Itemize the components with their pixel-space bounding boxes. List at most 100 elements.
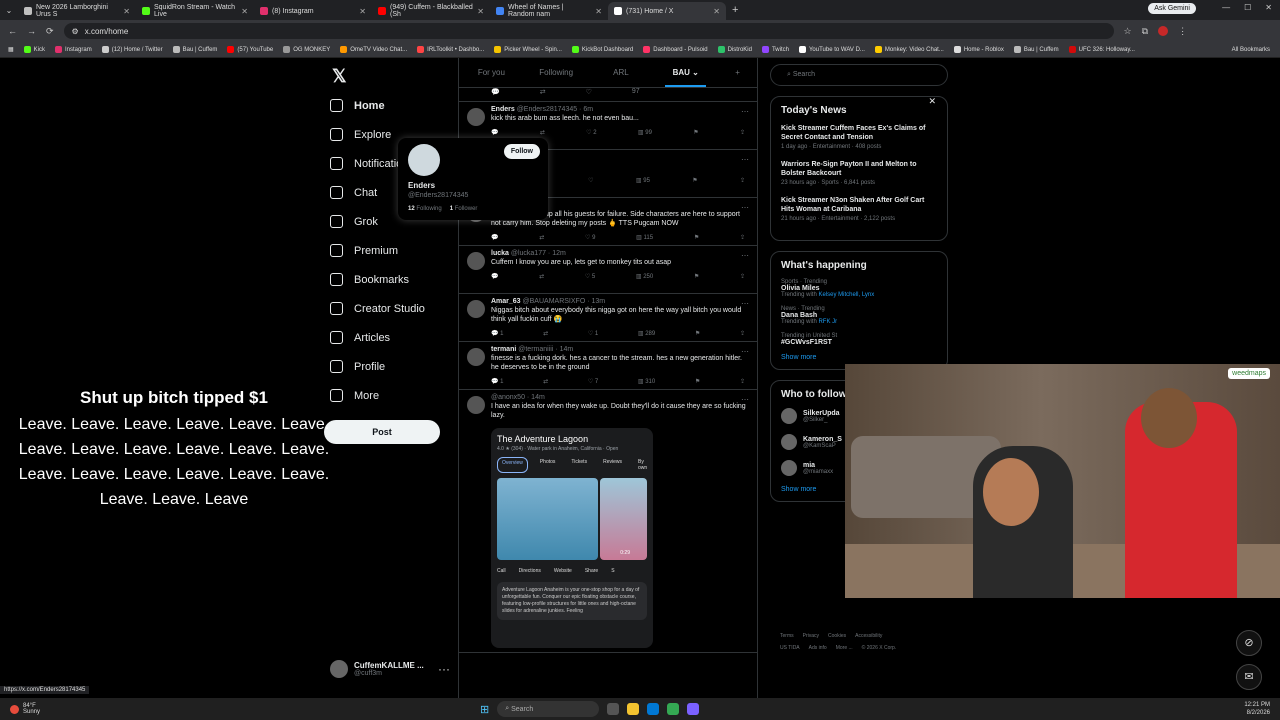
bookmark-item[interactable]: Instagram — [55, 46, 92, 53]
footer-link[interactable]: Privacy — [803, 633, 819, 639]
more-icon[interactable]: ⋯ — [741, 251, 749, 260]
close-icon[interactable]: ✕ — [359, 7, 366, 16]
nav-item-profile[interactable]: Profile — [326, 352, 456, 381]
trend-item[interactable]: News · Trending Dana Bash Trending with RF… — [781, 306, 937, 325]
new-tab-icon[interactable]: + — [732, 4, 738, 16]
weather-widget[interactable]: 84°F Sunny — [10, 703, 40, 715]
reply-icon[interactable]: 💬 — [491, 234, 498, 241]
retweet-icon[interactable]: ⇄ — [539, 273, 544, 280]
all-bookmarks[interactable]: All Bookmarks — [1232, 47, 1270, 53]
share-icon[interactable]: ⇪ — [740, 378, 745, 385]
retweet-icon[interactable]: ⇄ — [539, 234, 544, 241]
news-item[interactable]: Kick Streamer N3on Shaken After Golf Car… — [781, 196, 937, 222]
avatar[interactable] — [467, 252, 485, 270]
taskbar-search[interactable]: ⌕ Search — [497, 701, 600, 717]
reply-icon[interactable]: 💬 — [491, 273, 498, 280]
tweet-author[interactable]: termani — [491, 346, 516, 353]
bookmark-icon[interactable]: ⚑ — [694, 273, 699, 280]
add-tab-icon[interactable]: + — [718, 68, 757, 77]
footer-link[interactable]: Accessibility — [855, 633, 882, 639]
trend-links[interactable]: RFK Jr — [818, 319, 837, 325]
retweet-icon[interactable]: ⇄ — [543, 378, 548, 385]
card-action[interactable]: S — [611, 568, 614, 574]
chrome-icon[interactable] — [667, 703, 680, 715]
card-tab[interactable]: Reviews — [599, 457, 626, 473]
close-window-icon[interactable]: ✕ — [1265, 3, 1272, 12]
bookmark-icon[interactable]: ⚑ — [692, 177, 697, 184]
tab-arl[interactable]: ARL — [589, 68, 654, 77]
trend-links[interactable]: Kelsey Mitchell, Lynx — [818, 292, 874, 298]
bookmark-item[interactable]: Kick — [23, 46, 45, 53]
bookmark-item[interactable]: OG MONKEY — [283, 46, 330, 53]
reply-icon[interactable]: 💬 — [491, 129, 498, 136]
avatar[interactable] — [781, 460, 797, 476]
bookmark-item[interactable]: (12) Home / Twitter — [101, 46, 163, 53]
search-input[interactable]: ⌕ Search — [770, 64, 948, 86]
tweet-author[interactable]: Amar_63 — [491, 298, 521, 305]
url-field[interactable]: ⚙ x.com/home — [63, 23, 1114, 39]
profile-avatar[interactable] — [1158, 26, 1169, 36]
like-icon[interactable]: ♡ — [586, 88, 592, 101]
more-icon[interactable]: ⋯ — [741, 155, 749, 164]
browser-tab[interactable]: (8) Instagram ✕ — [254, 2, 372, 20]
bookmark-star-icon[interactable]: ☆ — [1124, 26, 1132, 37]
news-item[interactable]: Kick Streamer Cuffem Faces Ex's Claims o… — [781, 124, 937, 150]
bookmark-item[interactable]: Picker Wheel - Spin... — [494, 46, 562, 53]
windows-start-icon[interactable]: ⊞ — [480, 703, 489, 716]
bookmark-item[interactable]: (57) YouTube — [227, 46, 273, 53]
footer-link[interactable]: Terms — [780, 633, 794, 639]
extensions-icon[interactable]: ⧉ — [1142, 26, 1148, 37]
footer-link[interactable]: Ads info — [809, 645, 827, 651]
more-icon[interactable]: ⋯ — [741, 395, 749, 404]
avatar[interactable] — [467, 396, 485, 414]
waterpark-video[interactable]: 0:29 — [600, 478, 647, 560]
bookmark-item[interactable]: Bau | Cuffem — [1013, 46, 1059, 53]
bookmark-item[interactable]: Bau | Cuffem — [172, 46, 217, 53]
bookmark-item[interactable]: YouTube to WAV D... — [798, 46, 865, 53]
back-icon[interactable]: ← — [8, 26, 17, 36]
bookmark-item[interactable]: DistroKid — [717, 46, 752, 53]
tweet[interactable]: ⋯ Amar_63 @BAUAMARSIXFO · 13m Niggas bit… — [459, 294, 757, 342]
card-action[interactable]: Call — [497, 568, 506, 574]
tweet[interactable]: ⋯ lucka @lucka177 · 12m Cuffem I know yo… — [459, 246, 757, 294]
browser-tab[interactable]: (949) Cuffem - Blackballed (Sh ✕ — [372, 2, 490, 20]
share-icon[interactable]: ⇪ — [740, 330, 745, 337]
card-tab[interactable]: Tickets — [567, 457, 591, 473]
forward-icon[interactable]: → — [27, 26, 36, 36]
views-icon[interactable]: ▥ 310 — [638, 378, 655, 385]
nav-item-home[interactable]: Home — [326, 91, 456, 120]
nav-item-articles[interactable]: Articles — [326, 323, 456, 352]
maximize-icon[interactable]: ☐ — [1244, 3, 1251, 12]
followers-count[interactable]: 1 Follower — [450, 206, 478, 212]
bookmark-item[interactable]: UFC 326: Holloway... — [1068, 46, 1135, 53]
share-icon[interactable]: ⇪ — [740, 273, 745, 280]
following-count[interactable]: 12 Following — [408, 206, 442, 212]
bookmark-icon[interactable]: ⚑ — [695, 330, 700, 337]
share-icon[interactable]: ⇪ — [740, 177, 745, 184]
site-info-icon[interactable]: ⚙ — [72, 27, 79, 36]
avatar[interactable] — [467, 348, 485, 366]
tab-following[interactable]: Following — [524, 68, 589, 77]
footer-link[interactable]: © 2026 X Corp. — [862, 645, 897, 651]
browser-tab[interactable]: New 2026 Lamborghini Urus S ✕ — [18, 2, 136, 20]
card-action[interactable]: Directions — [519, 568, 541, 574]
hovercard-name[interactable]: Enders — [408, 181, 435, 190]
edge-icon[interactable] — [647, 703, 660, 715]
more-icon[interactable]: ··· — [438, 662, 450, 676]
card-tab[interactable]: Photos — [536, 457, 560, 473]
reload-icon[interactable]: ⟳ — [46, 26, 54, 37]
x-logo-icon[interactable]: 𝕏 — [332, 66, 456, 87]
bookmark-icon[interactable]: ⚑ — [693, 129, 698, 136]
views-icon[interactable]: ▥ 250 — [636, 273, 653, 280]
retweet-icon[interactable]: ⇄ — [540, 88, 546, 101]
retweet-icon[interactable]: ⇄ — [540, 129, 545, 136]
nav-item-creator-studio[interactable]: Creator Studio — [326, 294, 456, 323]
more-icon[interactable]: ⋯ — [741, 107, 749, 116]
tab-for-you[interactable]: For you — [459, 68, 524, 77]
tab-bau[interactable]: BAU ⌄ — [653, 68, 718, 87]
footer-link[interactable]: US TIDA — [780, 645, 800, 651]
nav-item-bookmarks[interactable]: Bookmarks — [326, 265, 456, 294]
bookmark-item[interactable]: Monkey: Video Chat... — [874, 46, 944, 53]
like-icon[interactable]: ♡ 7 — [588, 378, 598, 385]
reply-icon[interactable]: 💬 1 — [491, 378, 503, 385]
